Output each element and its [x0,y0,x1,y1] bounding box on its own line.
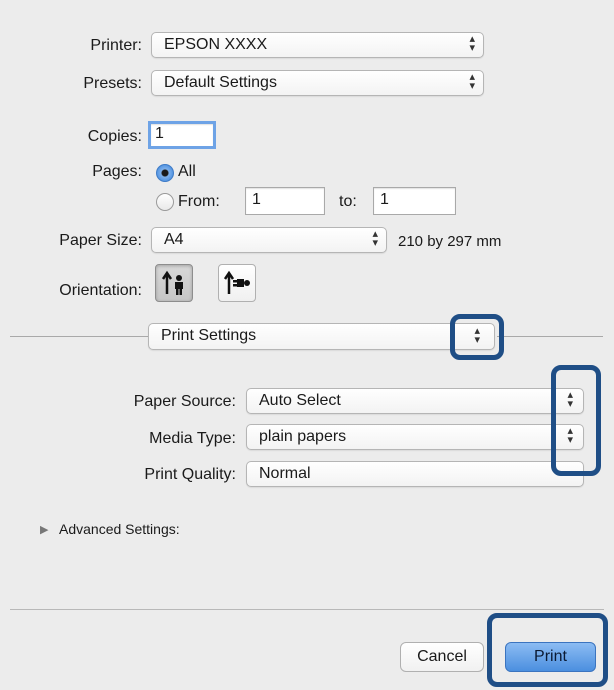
media-type-value: plain papers [259,428,347,445]
presets-value: Default Settings [164,74,277,91]
paper-source-value: Auto Select [259,392,341,409]
advanced-disclosure-icon[interactable]: ▶ [40,523,48,536]
advanced-settings-label[interactable]: Advanced Settings: [59,521,180,537]
orientation-portrait-button[interactable] [155,264,193,302]
paper-source-popup[interactable]: Auto Select ▴ ▾ [246,388,584,414]
copies-field[interactable]: 1 [148,121,216,149]
printer-popup[interactable]: EPSON XXXX ▴ ▾ [151,32,484,58]
orientation-landscape-button[interactable] [218,264,256,302]
print-quality-value: Normal [259,465,311,482]
cancel-button[interactable]: Cancel [400,642,484,672]
popup-arrows-icon: ▴ ▾ [469,33,475,54]
presets-label: Presets: [83,75,142,92]
pages-all-label: All [178,163,196,180]
printer-label: Printer: [90,37,142,54]
section-menu-popup[interactable]: Print Settings ▴ ▾ [148,323,495,350]
pages-from-label: From: [178,193,220,210]
print-quality-popup[interactable]: Normal [246,461,584,487]
section-divider-left [10,336,148,337]
popup-arrows-icon: ▴ ▾ [469,71,475,92]
paper-size-popup[interactable]: A4 ▴ ▾ [151,227,387,253]
media-type-label: Media Type: [149,430,236,447]
pages-all-radio[interactable] [156,164,174,182]
popup-arrows-icon: ▴ ▾ [372,228,378,249]
paper-source-label: Paper Source: [133,393,236,410]
footer-divider [10,609,604,610]
portrait-icon [161,270,183,295]
pages-from-radio[interactable] [156,193,174,211]
copies-label: Copies: [87,128,142,145]
pages-to-label: to: [339,193,357,210]
printer-value: EPSON XXXX [164,36,268,53]
paper-dimensions: 210 by 297 mm [398,233,502,250]
popup-arrows-highlight [551,365,601,476]
section-menu-value: Print Settings [161,327,257,344]
orientation-label: Orientation: [59,282,142,299]
media-type-popup[interactable]: plain papers ▴ ▾ [246,424,584,450]
paper-size-label: Paper Size: [59,232,142,249]
pages-label: Pages: [92,163,142,180]
print-quality-label: Print Quality: [144,466,236,483]
pages-to-field[interactable]: 1 [373,187,456,215]
section-menu-highlight [450,314,504,360]
section-divider-right [497,336,603,337]
pages-from-field[interactable]: 1 [245,187,325,215]
paper-size-value: A4 [164,231,184,248]
landscape-icon [223,270,250,294]
print-button-highlight [487,613,608,687]
presets-popup[interactable]: Default Settings ▴ ▾ [151,70,484,96]
